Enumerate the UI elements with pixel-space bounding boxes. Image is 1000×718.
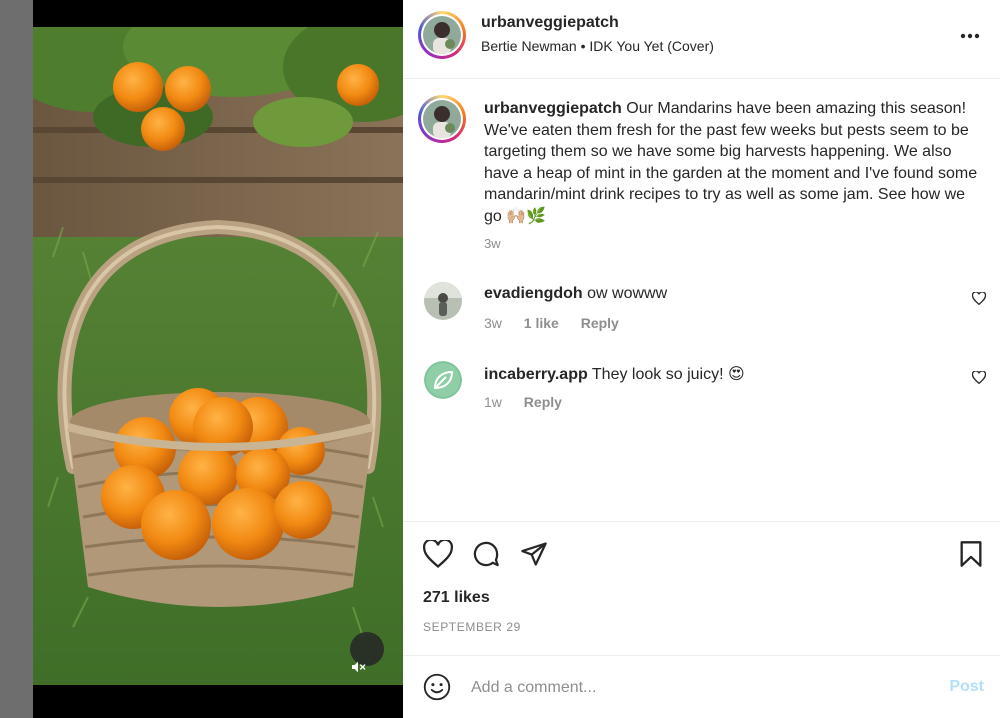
- commenter-avatar[interactable]: [424, 282, 462, 320]
- post-comment-button[interactable]: Post: [949, 678, 984, 696]
- comment-text: evadiengdoh ow wowww: [484, 285, 667, 303]
- comment-button[interactable]: [472, 540, 500, 573]
- heart-icon: [971, 370, 987, 385]
- post-panel: urbanveggiepatch Bertie Newman • IDK You…: [403, 0, 1000, 718]
- heart-icon: [422, 538, 454, 568]
- heart-icon: [971, 291, 987, 306]
- comment-body: They look so juicy! 😍: [591, 366, 745, 383]
- comment-username[interactable]: evadiengdoh: [484, 285, 583, 302]
- add-comment-bar: Post: [403, 655, 1000, 718]
- left-backdrop: [0, 0, 33, 718]
- smiley-face-icon: [423, 673, 451, 701]
- caption-text: urbanveggiepatch Our Mandarins have been…: [484, 98, 984, 227]
- comment-bubble-icon: [473, 541, 499, 567]
- post-date[interactable]: SEPTEMBER 29: [423, 620, 521, 634]
- paper-plane-icon: [521, 542, 547, 566]
- comment-time[interactable]: 1w: [484, 394, 502, 410]
- caption-body: Our Mandarins have been amazing this sea…: [484, 100, 978, 225]
- comment-like-button[interactable]: [971, 291, 987, 310]
- mandarin-basket-photo: [33, 27, 403, 685]
- like-button[interactable]: [422, 538, 454, 573]
- author-photo: [423, 16, 461, 54]
- comment-item: incaberry.app They look so juicy! 😍 1w R…: [403, 361, 1000, 421]
- reply-button[interactable]: Reply: [524, 394, 562, 410]
- comment-time[interactable]: 3w: [484, 315, 502, 331]
- comment-input[interactable]: [471, 674, 931, 702]
- caption-username[interactable]: urbanveggiepatch: [484, 100, 622, 117]
- comment-username[interactable]: incaberry.app: [484, 366, 588, 383]
- mute-button[interactable]: [350, 632, 384, 673]
- more-horizontal-icon: [960, 33, 980, 39]
- author-avatar[interactable]: [418, 11, 466, 59]
- share-button[interactable]: [520, 540, 548, 573]
- leaf-logo-icon: [424, 361, 462, 399]
- author-photo: [423, 100, 461, 138]
- post-header: urbanveggiepatch Bertie Newman • IDK You…: [403, 0, 1000, 79]
- post-media[interactable]: [33, 0, 403, 718]
- caption-author-avatar[interactable]: [418, 95, 466, 143]
- caption-timestamp[interactable]: 3w: [484, 236, 501, 251]
- save-button[interactable]: [958, 540, 984, 573]
- reply-button[interactable]: Reply: [581, 315, 619, 331]
- comment-text: incaberry.app They look so juicy! 😍: [484, 364, 745, 384]
- author-username[interactable]: urbanveggiepatch: [481, 14, 619, 32]
- more-options-button[interactable]: [960, 22, 980, 45]
- bookmark-icon: [960, 541, 982, 567]
- commenter-avatar[interactable]: [424, 361, 462, 399]
- speaker-muted-icon: [352, 661, 366, 673]
- post-actions: 271 likes SEPTEMBER 29: [403, 521, 1000, 654]
- comment-like-count[interactable]: 1 like: [524, 315, 559, 331]
- like-count[interactable]: 271 likes: [423, 589, 490, 607]
- emoji-button[interactable]: [423, 673, 451, 706]
- audio-info[interactable]: Bertie Newman • IDK You Yet (Cover): [481, 38, 714, 54]
- comment-meta: 1w Reply: [484, 394, 580, 410]
- comment-like-button[interactable]: [971, 370, 987, 389]
- comment-item: evadiengdoh ow wowww 3w 1 like Reply: [403, 282, 1000, 342]
- comment-meta: 3w 1 like Reply: [484, 315, 637, 331]
- commenter-photo: [424, 282, 462, 320]
- comment-body: ow wowww: [587, 285, 668, 302]
